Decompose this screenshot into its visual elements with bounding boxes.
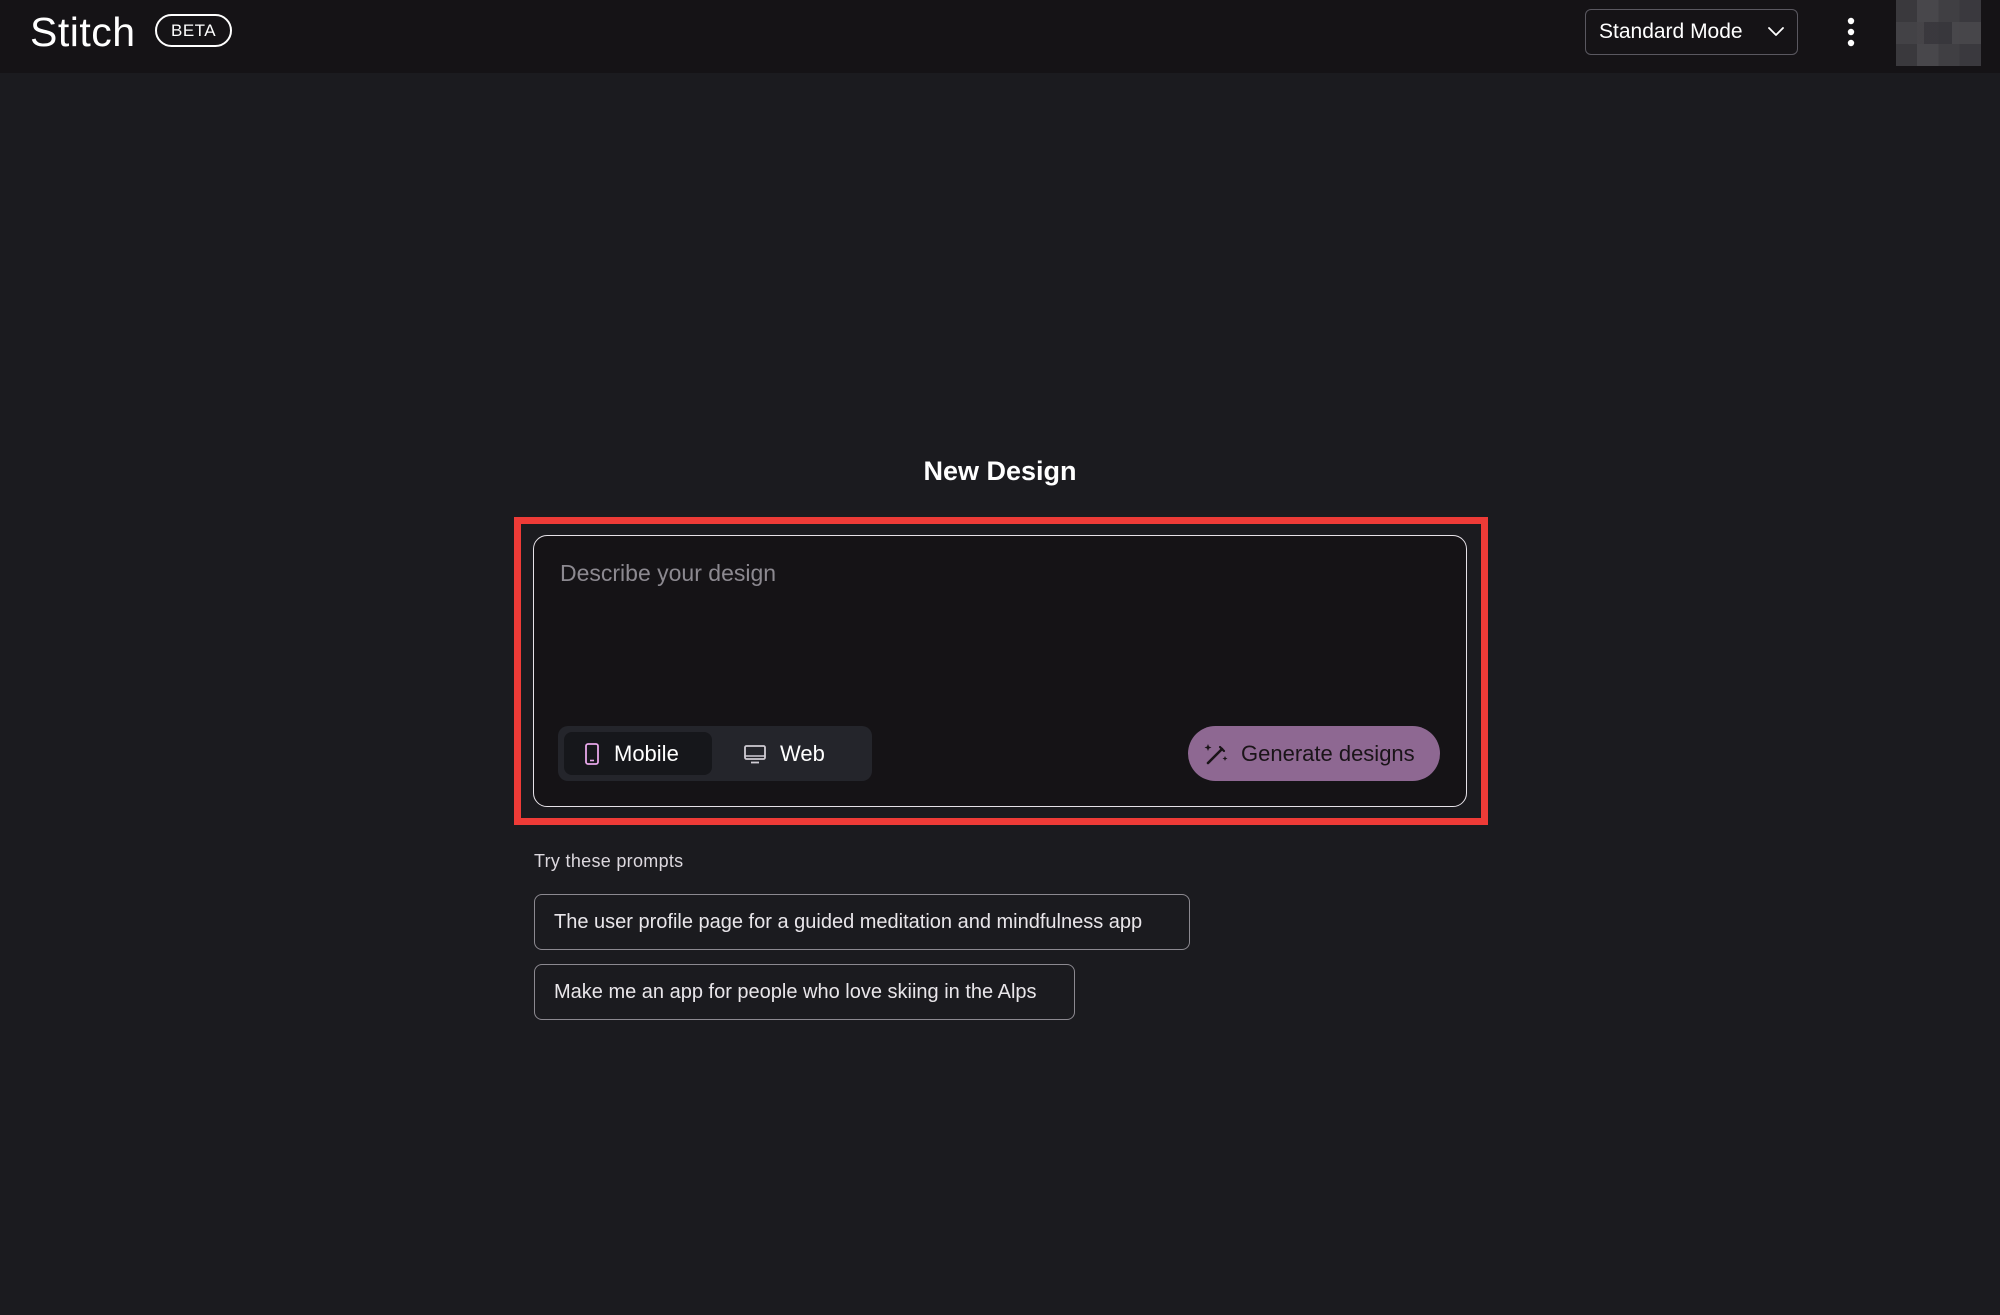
- smartphone-icon: [585, 742, 599, 765]
- device-toggle: Mobile Web: [558, 726, 872, 781]
- mode-select[interactable]: Standard Mode: [1585, 9, 1798, 55]
- design-prompt-input[interactable]: [558, 558, 1442, 692]
- magic-wand-icon: [1204, 743, 1228, 764]
- suggestions-heading: Try these prompts: [534, 851, 684, 871]
- app-logo[interactable]: Stitch: [30, 6, 136, 58]
- more-vert-icon[interactable]: [1836, 14, 1866, 50]
- prompt-card: Mobile Web Generate designs: [533, 535, 1467, 807]
- top-bar: Stitch BETA Standard Mode: [0, 0, 2000, 73]
- suggestion-chip[interactable]: Make me an app for people who love skiin…: [534, 964, 1075, 1020]
- web-toggle-label: Web: [780, 740, 825, 766]
- web-toggle-button[interactable]: Web: [730, 732, 860, 775]
- mobile-toggle-button[interactable]: Mobile: [564, 732, 712, 775]
- user-avatar[interactable]: [1896, 0, 1981, 66]
- beta-badge: BETA: [155, 14, 233, 47]
- suggestion-chip[interactable]: The user profile page for a guided medit…: [534, 894, 1190, 950]
- mode-select-value: Standard Mode: [1599, 20, 1743, 43]
- monitor-icon: [744, 744, 766, 763]
- mobile-toggle-label: Mobile: [614, 740, 679, 766]
- generate-designs-label: Generate designs: [1241, 740, 1415, 766]
- page-title: New Design: [923, 456, 1077, 486]
- chevron-down-icon: [1768, 27, 1784, 36]
- generate-designs-button[interactable]: Generate designs: [1188, 726, 1440, 781]
